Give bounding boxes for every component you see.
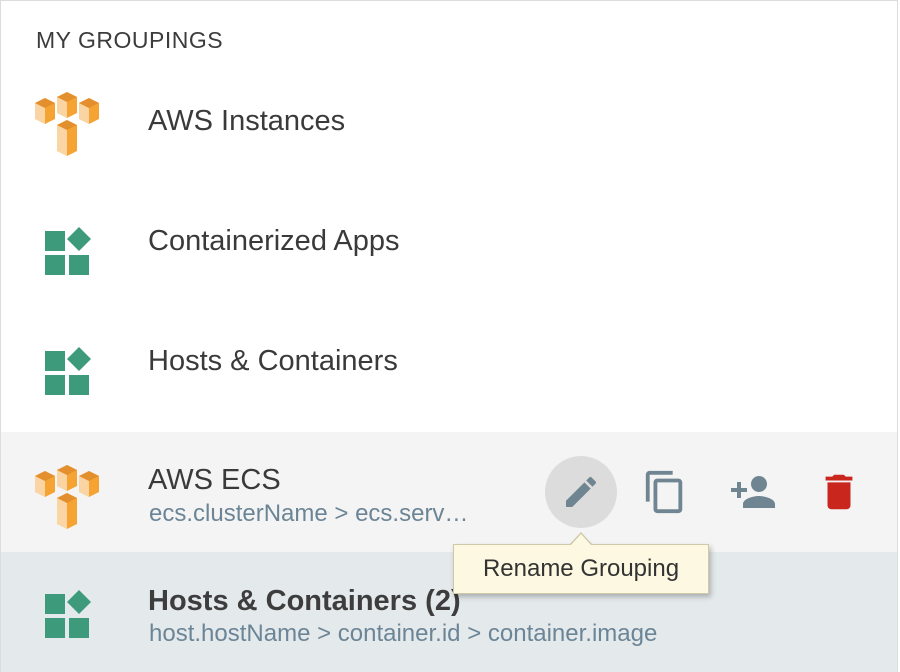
share-grouping-button[interactable] <box>717 456 789 528</box>
grouping-row-aws-ecs[interactable]: AWS ECS ecs.clusterName > ecs.serv… <box>1 432 897 552</box>
grouping-row-containerized-apps[interactable]: Containerized Apps <box>1 183 897 303</box>
grouping-name: Containerized Apps <box>148 225 400 257</box>
add-user-icon <box>731 476 775 508</box>
rename-grouping-button[interactable] <box>545 456 617 528</box>
delete-grouping-button[interactable] <box>803 456 875 528</box>
grouping-row-hosts-containers[interactable]: Hosts & Containers <box>1 303 897 423</box>
container-blocks-icon <box>45 227 91 275</box>
grouping-name: Hosts & Containers (2) <box>148 585 461 617</box>
container-blocks-icon <box>45 347 91 395</box>
trash-icon <box>825 474 853 510</box>
pencil-icon <box>566 476 597 507</box>
grouping-row-hosts-containers-2[interactable]: Hosts & Containers (2) host.hostName > c… <box>1 552 897 672</box>
tooltip-arrow-fill <box>570 534 592 546</box>
grouping-subtitle: host.hostName > container.id > container… <box>149 620 658 647</box>
copy-icon <box>645 470 683 514</box>
section-title: MY GROUPINGS <box>36 27 224 53</box>
grouping-row-aws-instances[interactable]: AWS Instances <box>1 63 897 183</box>
aws-cubes-icon <box>35 92 99 156</box>
copy-grouping-button[interactable] <box>629 456 701 528</box>
container-blocks-icon <box>45 590 91 638</box>
rename-tooltip: Rename Grouping <box>453 544 709 594</box>
groupings-panel: MY GROUPINGS AWS Instances Containerized… <box>0 0 898 672</box>
grouping-name: AWS ECS <box>148 464 281 496</box>
aws-cubes-icon <box>35 465 99 529</box>
grouping-name: AWS Instances <box>148 105 346 137</box>
grouping-subtitle: ecs.clusterName > ecs.serv… <box>149 500 469 527</box>
grouping-name: Hosts & Containers <box>148 345 398 377</box>
